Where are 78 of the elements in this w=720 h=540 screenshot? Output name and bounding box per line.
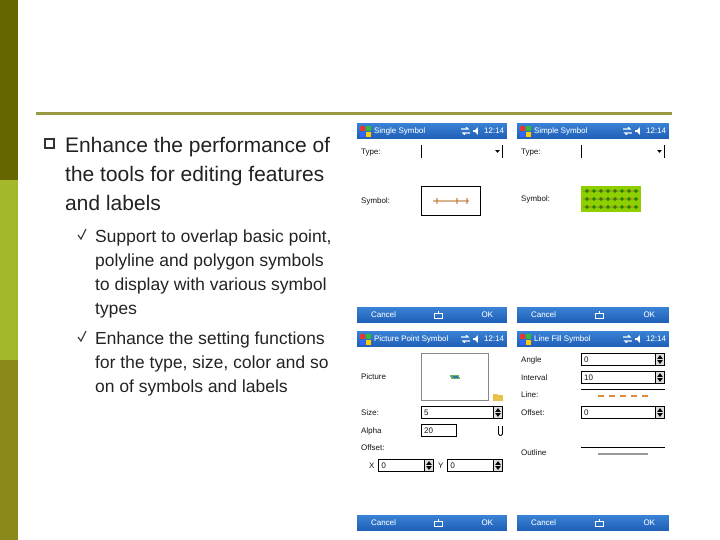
windows-flag-icon[interactable] [520,334,531,344]
spinner-arrows-icon [655,371,665,384]
spinner-arrows-icon [424,459,434,472]
field-label: Alpha [361,424,382,436]
cancel-button[interactable]: Cancel [531,517,556,529]
connectivity-icon [622,127,632,135]
number-field[interactable]: 0 [378,459,424,472]
type-dropdown[interactable] [581,145,665,158]
connectivity-icon [622,335,632,343]
number-field[interactable]: 0 [581,353,655,366]
line-symbol-icon [431,197,471,205]
field-label: Angle [521,354,542,366]
square-bullet-icon [44,138,55,149]
clock-time: 12:14 [484,333,504,345]
windows-flag-icon[interactable] [520,126,531,136]
windows-flag-icon[interactable] [360,126,371,136]
symbol-preview[interactable] [421,186,481,216]
connectivity-icon [460,127,470,135]
spinner-arrows-icon [655,353,665,366]
number-field[interactable]: 5 [421,406,493,419]
ok-button[interactable]: OK [481,309,493,321]
caret-icon [495,150,500,153]
connectivity-icon [460,335,470,343]
sub-bullet-text: Support to overlap basic point, polyline and polygon symbols to display with various symbol types [95,225,332,320]
clock-time: 12:14 [646,333,666,345]
keyboard-icon[interactable] [434,519,444,527]
cancel-button[interactable]: Cancel [531,309,556,321]
field-label: Size: [361,406,380,418]
cancel-button[interactable]: Cancel [371,517,396,529]
field-label: Symbol: [521,193,551,205]
sub-bullet-text: Enhance the setting functions for the type, size, color and so on of symbols and labels [95,327,330,398]
ok-button[interactable]: OK [643,309,655,321]
slider-thumb-icon[interactable] [498,426,503,436]
window-title: Picture Point Symbol [374,333,450,345]
field-label: Y [438,460,444,472]
clock-time: 12:14 [484,125,504,137]
field-label: Symbol: [361,195,391,207]
field-label: Type: [361,146,382,158]
spinner-arrows-icon [493,406,503,419]
speaker-icon [634,335,643,343]
window-title: Single Symbol [374,125,426,137]
caret-icon [657,150,662,153]
field-label: Type: [521,146,542,158]
field-label: X [369,460,374,472]
keyboard-icon[interactable] [434,311,444,319]
keyboard-icon[interactable] [595,311,604,319]
field-label: Picture [361,371,387,383]
field-label: Offset: [521,406,546,418]
keyboard-icon[interactable] [595,519,604,527]
line-preview[interactable] [598,452,648,454]
speaker-icon [634,127,643,135]
line-preview[interactable] [598,394,648,396]
number-field[interactable]: 20 [421,424,457,437]
ok-button[interactable]: OK [643,517,655,529]
ok-button[interactable]: OK [481,517,493,529]
check-icon [77,227,87,241]
field-label: Outline [521,447,548,459]
number-field[interactable]: 0 [447,459,493,472]
check-icon [77,329,87,343]
windows-flag-icon[interactable] [360,334,371,344]
window-title: Line Fill Symbol [534,333,592,345]
number-field[interactable]: 0 [581,406,655,419]
fill-symbol-preview[interactable] [581,186,641,212]
spinner-arrows-icon [493,459,503,472]
picture-icon [449,373,461,381]
window-title: Simple Symbol [534,125,588,137]
number-field[interactable]: 10 [581,371,655,384]
picture-preview[interactable] [421,353,489,401]
field-label: Offset: [361,442,386,454]
field-label: Line: [521,389,540,401]
speaker-icon [472,127,481,135]
spinner-arrows-icon [655,406,665,419]
clock-time: 12:14 [646,125,666,137]
bullet-text: Enhance the performance of the tools for editing features and labels [65,133,332,217]
cancel-button[interactable]: Cancel [371,309,396,321]
field-label: Interval [521,372,548,384]
speaker-icon [472,335,481,343]
type-dropdown[interactable] [421,145,503,158]
